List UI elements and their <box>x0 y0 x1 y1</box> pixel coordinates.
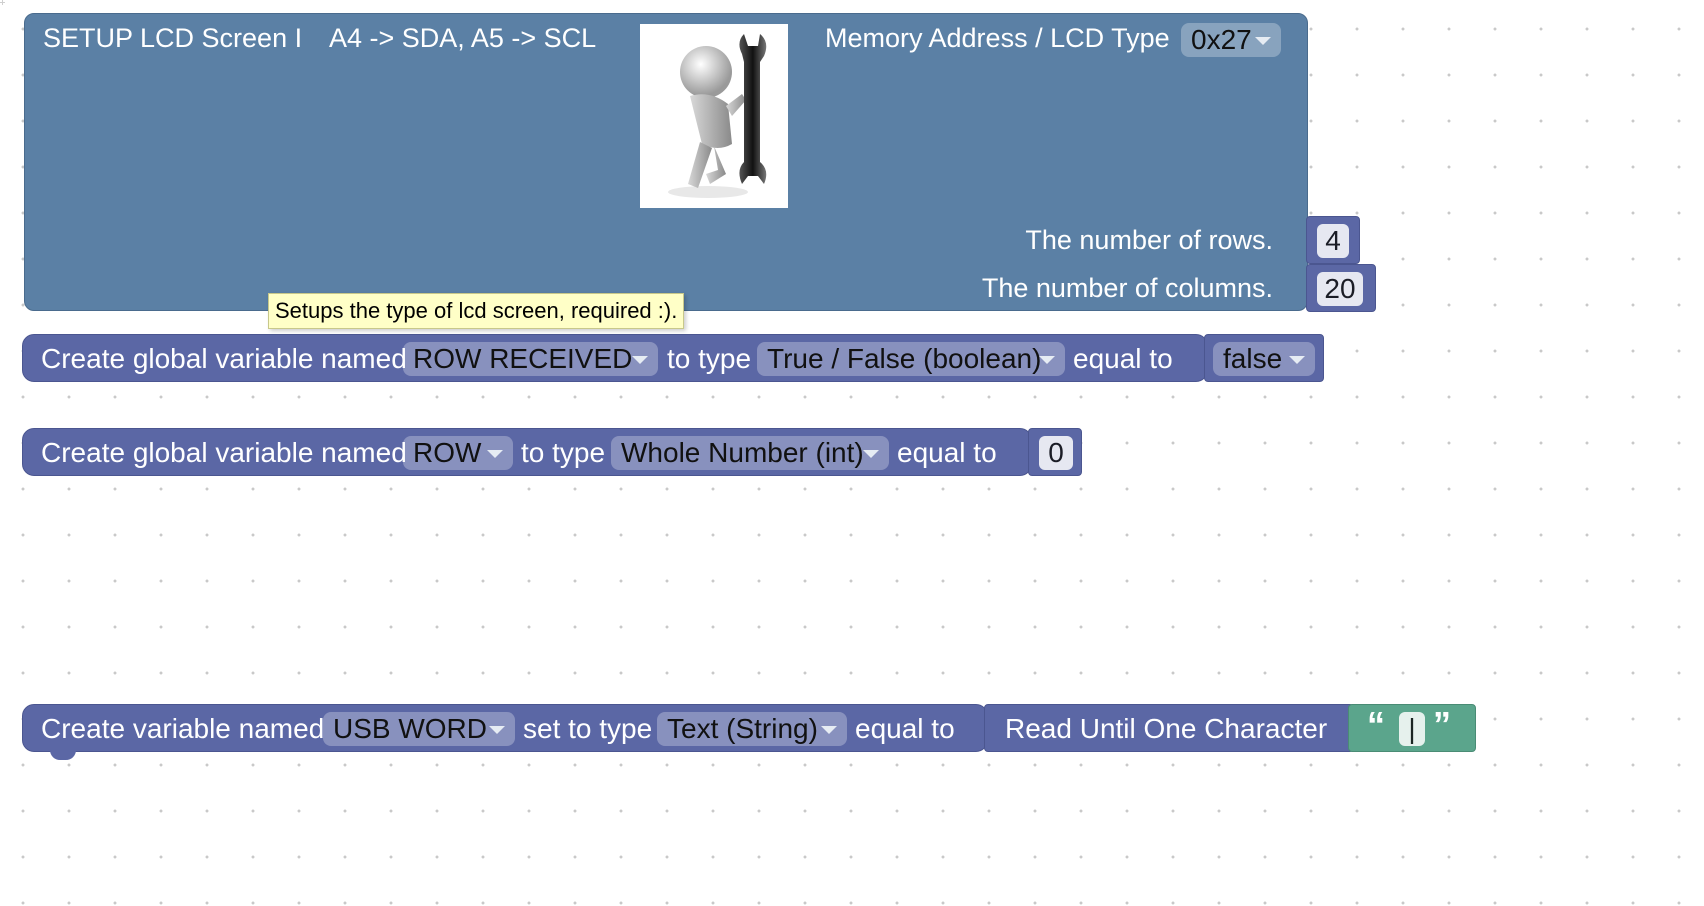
columns-label: The number of columns. <box>981 273 1273 303</box>
global-variable-block-row[interactable]: Create global variable named ROW to type… <box>22 428 1032 476</box>
close-quote-icon: ” <box>1433 704 1451 745</box>
rows-number-block[interactable]: 4 <box>1306 216 1360 264</box>
read-until-character-block[interactable]: Read Until One Character <box>984 704 1354 752</box>
equal-to-label: equal to <box>897 437 997 468</box>
variable-type-dropdown[interactable]: Text (String) <box>657 712 847 746</box>
rows-input[interactable]: 4 <box>1317 224 1349 258</box>
chevron-down-icon <box>1289 356 1305 364</box>
variable-type-value: Text (String) <box>667 713 818 744</box>
global-variable-block-row-received[interactable]: Create global variable named ROW RECEIVE… <box>22 334 1208 382</box>
variable-type-dropdown[interactable]: Whole Number (int) <box>611 436 889 470</box>
chevron-down-icon <box>863 450 879 458</box>
columns-input[interactable]: 20 <box>1317 272 1363 306</box>
variable-type-dropdown[interactable]: True / False (boolean) <box>757 342 1065 376</box>
boolean-value: false <box>1223 343 1283 374</box>
memory-address-label: Memory Address / LCD Type <box>825 23 1170 53</box>
to-type-label: to type <box>521 437 606 468</box>
variable-name-value: USB WORD <box>333 713 487 744</box>
local-var-prefix: Create variable named <box>41 713 325 744</box>
read-until-label: Read Until One Character <box>1005 713 1328 744</box>
boolean-dropdown[interactable]: false <box>1213 342 1315 376</box>
variable-name-dropdown[interactable]: USB WORD <box>323 712 515 746</box>
figure-with-wrench-icon <box>640 24 788 208</box>
variable-name-value: ROW <box>413 437 482 468</box>
global-var-prefix: Create global variable named <box>41 343 407 374</box>
rows-label: The number of rows. <box>1025 225 1273 255</box>
variable-type-value: Whole Number (int) <box>621 437 864 468</box>
chevron-down-icon <box>821 726 837 734</box>
set-to-type-label: set to type <box>523 713 653 744</box>
setup-title: SETUP LCD Screen I <box>43 23 303 53</box>
boolean-value-block[interactable]: false <box>1204 334 1324 382</box>
memory-address-dropdown[interactable]: 0x27 <box>1181 23 1281 57</box>
local-variable-block-usb-word[interactable]: Create variable named USB WORD set to ty… <box>22 704 988 752</box>
variable-name-dropdown[interactable]: ROW RECEIVED <box>403 342 658 376</box>
variable-name-dropdown[interactable]: ROW <box>403 436 513 470</box>
int-value-input[interactable]: 0 <box>1039 436 1073 470</box>
columns-number-block[interactable]: 20 <box>1306 264 1376 312</box>
chevron-down-icon <box>1255 37 1271 45</box>
variable-type-value: True / False (boolean) <box>767 343 1042 374</box>
to-type-label: to type <box>667 343 752 374</box>
memory-address-value: 0x27 <box>1191 24 1252 55</box>
variable-name-value: ROW RECEIVED <box>413 343 633 374</box>
chevron-down-icon <box>487 450 503 458</box>
character-input[interactable]: | <box>1399 712 1425 746</box>
open-quote-icon: “ <box>1367 704 1385 745</box>
equal-to-label: equal to <box>1073 343 1173 374</box>
setup-tooltip: Setups the type of lcd screen, required … <box>268 293 685 329</box>
text-character-block[interactable]: “ | ” <box>1348 704 1476 752</box>
int-value-block[interactable]: 0 <box>1028 428 1082 476</box>
chevron-down-icon <box>1039 356 1055 364</box>
equal-to-label: equal to <box>855 713 955 744</box>
setup-wiring: A4 -> SDA, A5 -> SCL <box>329 23 597 53</box>
chevron-down-icon <box>489 726 505 734</box>
global-var-prefix: Create global variable named <box>41 437 407 468</box>
chevron-down-icon <box>632 356 648 364</box>
